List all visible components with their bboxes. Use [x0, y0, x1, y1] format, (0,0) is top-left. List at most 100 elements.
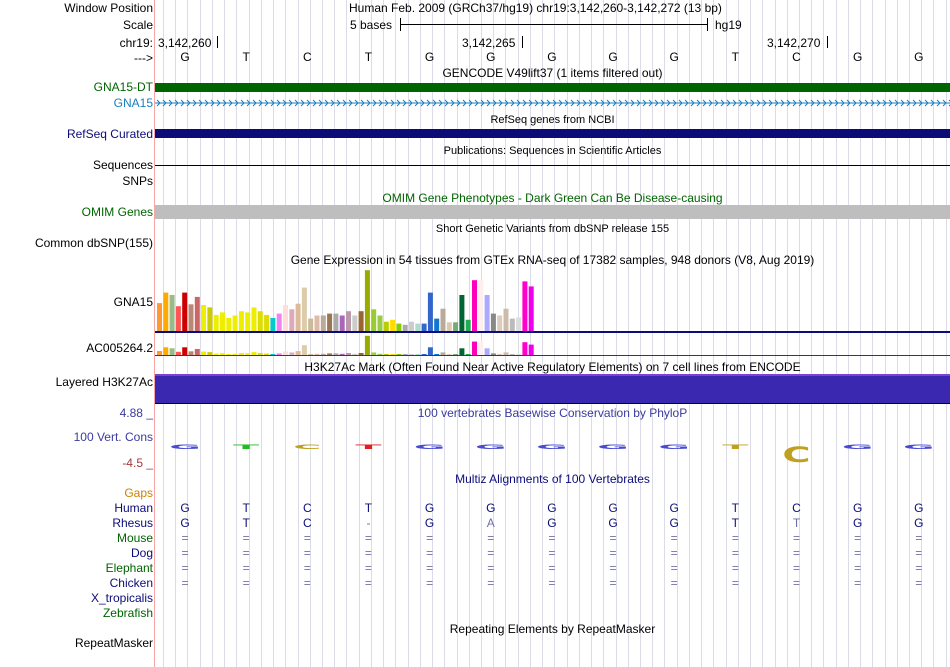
- gtex-bar-gene2: [402, 354, 408, 355]
- gtex-bar: [472, 280, 477, 331]
- species-label[interactable]: Elephant: [106, 561, 153, 575]
- gtex-bar: [503, 308, 509, 331]
- window-position-label: Window Position: [64, 1, 153, 15]
- aligned-base: G: [547, 516, 557, 530]
- dbsnp-label[interactable]: Common dbSNP(155): [35, 236, 153, 250]
- species-label[interactable]: Dog: [131, 546, 153, 560]
- refseq-feature[interactable]: [155, 129, 950, 138]
- gtex-bar-gene2: [283, 351, 288, 355]
- gtex-bar: [371, 309, 377, 331]
- gtex-bar-gene2: [440, 352, 446, 355]
- gtex-bar-chart[interactable]: [155, 268, 950, 358]
- gtex-bar-gene2: [238, 353, 244, 355]
- aligned-base: =: [303, 576, 311, 590]
- gtex-bar: [276, 313, 282, 331]
- gtex-bar: [157, 303, 162, 331]
- gtex-bar-gene2: [169, 348, 175, 355]
- omim-genes-label[interactable]: OMIM Genes: [82, 205, 153, 219]
- gtex-bar: [465, 319, 471, 331]
- gtex-gene-gna15-label[interactable]: GNA15: [114, 295, 153, 309]
- phylop-label[interactable]: 100 Vert. Cons: [74, 430, 153, 444]
- gtex-bar: [522, 281, 528, 331]
- gtex-bar: [528, 286, 534, 331]
- coord-3142265: 3,142,265: [462, 36, 516, 50]
- gtex-bar-gene2: [308, 354, 314, 355]
- aligned-base: =: [548, 531, 556, 545]
- phylop-logo-track[interactable]: GTCTGGGGGTCGG: [155, 440, 950, 474]
- aligned-base: =: [609, 546, 617, 560]
- gaps-label[interactable]: Gaps: [124, 486, 153, 500]
- species-label[interactable]: Mouse: [117, 531, 153, 545]
- gtex-track-title: Gene Expression in 54 tissues from GTEx …: [290, 253, 815, 267]
- aligned-base: =: [487, 546, 495, 560]
- aligned-base: =: [915, 576, 923, 590]
- snps-label[interactable]: SNPs: [122, 174, 153, 188]
- gtex-bar: [459, 295, 465, 331]
- gtex-bar: [327, 313, 333, 331]
- aligned-base: =: [670, 531, 678, 545]
- gtex-bar-gene2: [264, 353, 270, 355]
- scale-label: Scale: [122, 18, 153, 32]
- aligned-base: T: [731, 516, 740, 530]
- aligned-base: =: [303, 561, 311, 575]
- gtex-bar-gene2: [459, 348, 465, 355]
- species-label[interactable]: Rhesus: [112, 516, 153, 530]
- gtex-bar: [427, 292, 433, 331]
- gtex-bar-gene2: [509, 354, 515, 355]
- pubs-sequences-label[interactable]: Sequences: [93, 158, 153, 172]
- sequence-base: T: [731, 50, 740, 64]
- h3k27ac-label[interactable]: Layered H3K27Ac: [56, 375, 153, 389]
- gtex-bar-gene2: [333, 353, 339, 355]
- gtex-bar-gene2: [472, 341, 477, 355]
- gtex-bar-gene2: [276, 353, 282, 355]
- gtex-bar: [377, 315, 383, 331]
- sequence-base: G: [424, 50, 435, 64]
- gtex-bar: [440, 308, 446, 331]
- species-label[interactable]: Chicken: [110, 576, 153, 590]
- gtex-bar: [295, 303, 301, 331]
- repeatmasker-label[interactable]: RepeatMasker: [75, 636, 153, 650]
- gtex-bar-gene2: [352, 353, 358, 356]
- refseq-curated-label[interactable]: RefSeq Curated: [67, 127, 153, 141]
- gtex-bar-gene2: [232, 353, 238, 356]
- gtex-bar: [257, 311, 263, 331]
- coord-tick: [217, 36, 218, 48]
- species-label[interactable]: Zebrafish: [103, 606, 153, 620]
- gencode-gna15-feature[interactable]: [155, 97, 950, 109]
- aligned-base: =: [548, 546, 556, 560]
- sequence-base: G: [669, 50, 679, 64]
- gtex-bar-gene2: [289, 352, 295, 355]
- strand-arrow-label: --->: [134, 51, 153, 65]
- gencode-gna15-dt-feature[interactable]: [155, 83, 950, 92]
- aligned-base: =: [181, 531, 189, 545]
- h3k27ac-signal[interactable]: [155, 374, 950, 404]
- aligned-base: G: [608, 516, 618, 530]
- phylop-base-glyph: T: [355, 444, 382, 451]
- gencode-item-gna15-label[interactable]: GNA15: [114, 96, 153, 110]
- gtex-bar: [320, 315, 326, 331]
- h3k27ac-track-title: H3K27Ac Mark (Often Found Near Active Re…: [304, 360, 801, 374]
- aligned-base: =: [854, 531, 862, 545]
- gtex-bar-gene2: [201, 351, 207, 355]
- aligned-base: =: [609, 531, 617, 545]
- species-label[interactable]: X_tropicalis: [91, 591, 153, 605]
- aligned-base: =: [181, 561, 189, 575]
- genome-browser-image[interactable]: Window Position Human Feb. 2009 (GRCh37/…: [0, 0, 950, 667]
- species-label[interactable]: Human: [114, 501, 153, 515]
- coord-tick: [522, 36, 523, 48]
- gtex-bar-gene2: [163, 347, 169, 355]
- refseq-track-title: RefSeq genes from NCBI: [490, 114, 615, 126]
- gtex-gene-ac005264-label[interactable]: AC005264.2: [86, 341, 153, 355]
- gtex-bar: [301, 287, 307, 331]
- gtex-bar-gene2: [182, 347, 188, 355]
- gencode-item-gna15-dt-label[interactable]: GNA15-DT: [94, 80, 153, 94]
- aligned-base: =: [303, 546, 311, 560]
- phylop-base-glyph: G: [903, 444, 935, 451]
- aligned-base: =: [487, 531, 495, 545]
- aligned-base: C: [302, 516, 312, 530]
- gtex-bar: [396, 323, 402, 331]
- gtex-bar-gene2: [320, 353, 326, 356]
- gtex-bar-gene2: [226, 354, 232, 355]
- gtex-bar: [188, 304, 194, 331]
- omim-feature[interactable]: [155, 205, 950, 219]
